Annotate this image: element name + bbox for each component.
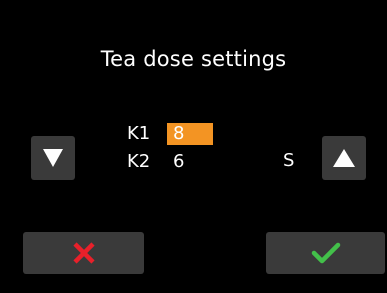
tea-dose-settings-screen: Tea dose settings K1 8 K2 6 S [0,0,387,293]
confirm-button[interactable] [266,232,385,274]
cross-icon [72,242,95,264]
triangle-up-icon [333,149,355,167]
cancel-button[interactable] [23,232,144,274]
triangle-down-icon [43,149,63,167]
k2-value[interactable]: 6 [167,151,184,173]
increase-button[interactable] [322,136,366,180]
k2-label: K2 [127,151,151,172]
page-title: Tea dose settings [100,47,287,71]
k1-label: K1 [127,123,151,144]
checkmark-icon [311,242,340,264]
k1-value[interactable]: 8 [167,123,213,145]
unit-label: S [283,150,295,171]
decrease-button[interactable] [31,136,75,180]
